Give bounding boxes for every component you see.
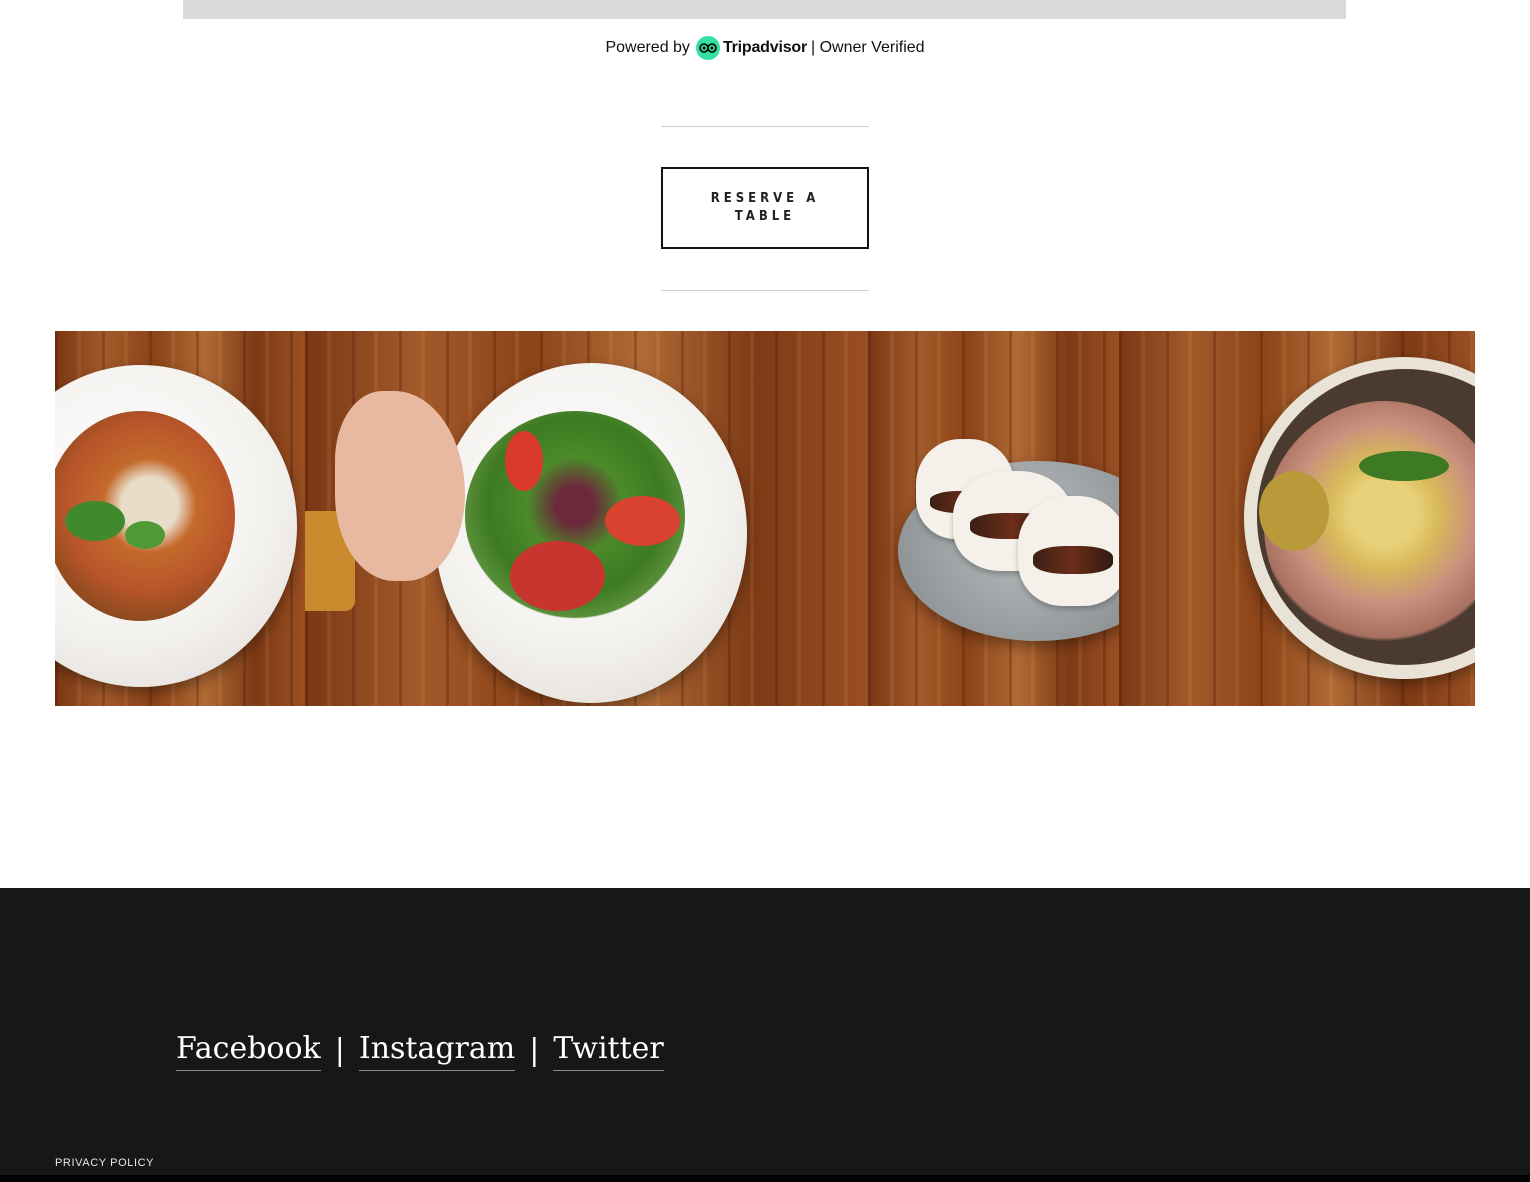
privacy-policy-link[interactable]: PRIVACY POLICY [55,1157,154,1169]
twitter-link[interactable]: Twitter [553,1030,664,1071]
tripadvisor-owl-icon [695,36,720,60]
social-links: Facebook | Instagram | Twitter [176,1030,664,1071]
facebook-link[interactable]: Facebook [176,1030,321,1071]
bottom-strip [0,1175,1530,1182]
reserve-table-label: RESERVE A TABLE [710,191,820,224]
tripadvisor-attribution[interactable]: Powered by Tripadvisor | Owner Verified [0,34,1530,62]
owner-verified-text: | Owner Verified [811,39,925,56]
social-separator: | [334,1033,345,1068]
reserve-table-button[interactable]: RESERVE A TABLE [661,167,869,249]
instagram-link[interactable]: Instagram [358,1030,516,1071]
tripadvisor-brand: Tripadvisor [722,39,807,56]
pasta-dish-photo[interactable] [55,331,305,706]
potato-bowl-photo[interactable] [1119,331,1475,706]
widget-frame-bottom [183,0,1346,19]
salad-plate-photo[interactable] [305,331,868,706]
food-gallery [55,331,1475,706]
social-separator: | [529,1033,540,1068]
powered-by-text: Powered by [605,39,690,56]
bao-buns-photo[interactable] [868,331,1119,706]
divider-top [661,126,869,127]
divider-bottom [661,290,869,291]
